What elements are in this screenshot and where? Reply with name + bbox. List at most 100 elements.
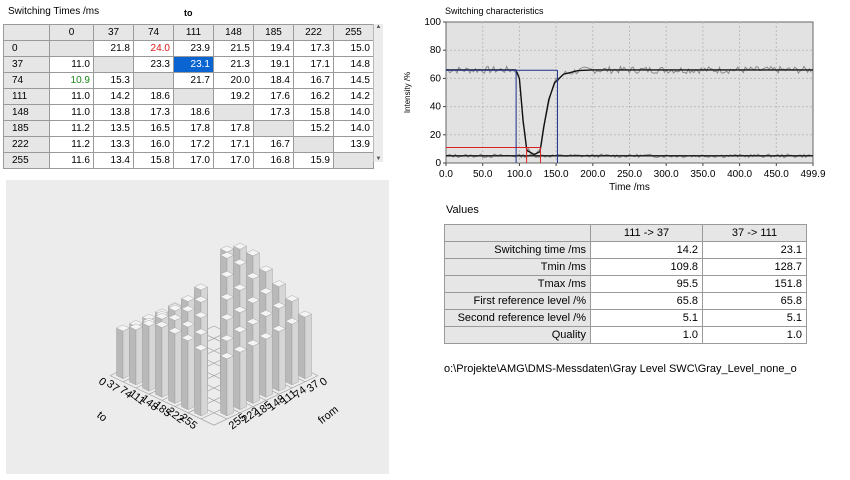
time-cell[interactable]: 17.3: [133, 104, 174, 121]
table-scrollbar[interactable]: ▲ ▼: [373, 24, 383, 162]
time-cell[interactable]: 17.0: [173, 152, 214, 169]
time-cell[interactable]: 21.3: [213, 56, 254, 73]
time-cell[interactable]: 15.9: [293, 152, 334, 169]
row-header[interactable]: 0: [3, 40, 50, 57]
time-cell[interactable]: 13.9: [333, 136, 374, 153]
time-cell[interactable]: 15.8: [133, 152, 174, 169]
row-header[interactable]: 185: [3, 120, 50, 137]
time-cell[interactable]: 23.1: [173, 56, 214, 73]
value-cell[interactable]: 5.1: [590, 309, 703, 327]
row-header[interactable]: 222: [3, 136, 50, 153]
row-header[interactable]: 74: [3, 72, 50, 89]
row-header[interactable]: First reference level /%: [444, 292, 591, 310]
row-header[interactable]: Quality: [444, 326, 591, 344]
column-header[interactable]: 0: [49, 24, 94, 41]
time-cell[interactable]: 19.4: [253, 40, 294, 57]
time-cell[interactable]: [293, 136, 334, 153]
time-cell[interactable]: 17.0: [213, 152, 254, 169]
value-cell[interactable]: 65.8: [590, 292, 703, 310]
time-cell[interactable]: 23.9: [173, 40, 214, 57]
row-header[interactable]: 111: [3, 88, 50, 105]
time-cell[interactable]: 11.0: [49, 56, 94, 73]
value-cell[interactable]: 65.8: [702, 292, 807, 310]
time-cell[interactable]: 21.5: [213, 40, 254, 57]
time-cell[interactable]: 16.0: [133, 136, 174, 153]
row-header[interactable]: Tmax /ms: [444, 275, 591, 293]
column-header[interactable]: 37: [93, 24, 134, 41]
time-cell[interactable]: 16.7: [293, 72, 334, 89]
time-cell[interactable]: 19.2: [213, 88, 254, 105]
time-cell[interactable]: [49, 40, 94, 57]
value-cell[interactable]: 1.0: [590, 326, 703, 344]
value-cell[interactable]: 151.8: [702, 275, 807, 293]
time-cell[interactable]: 15.2: [293, 120, 334, 137]
time-cell[interactable]: 16.7: [253, 136, 294, 153]
time-cell[interactable]: [333, 152, 374, 169]
column-header[interactable]: 111: [173, 24, 214, 41]
time-cell[interactable]: 11.0: [49, 104, 94, 121]
time-cell[interactable]: [133, 72, 174, 89]
time-cell[interactable]: 14.0: [333, 120, 374, 137]
plot-3d-svg[interactable]: 0377411114818522225503774111148185222255…: [6, 180, 389, 474]
time-cell[interactable]: 17.2: [173, 136, 214, 153]
value-cell[interactable]: 109.8: [590, 258, 703, 276]
time-cell[interactable]: 18.6: [173, 104, 214, 121]
time-cell[interactable]: 16.8: [253, 152, 294, 169]
scroll-down-arrow-icon[interactable]: ▼: [374, 156, 383, 162]
time-cell[interactable]: 14.0: [333, 104, 374, 121]
time-cell[interactable]: 20.0: [213, 72, 254, 89]
time-cell[interactable]: 14.2: [333, 88, 374, 105]
row-header[interactable]: 148: [3, 104, 50, 121]
row-header[interactable]: Second reference level /%: [444, 309, 591, 327]
time-cell[interactable]: 11.2: [49, 120, 94, 137]
time-cell[interactable]: [213, 104, 254, 121]
time-cell[interactable]: 24.0: [133, 40, 174, 57]
column-header[interactable]: 37 -> 111: [702, 224, 807, 242]
row-header[interactable]: Tmin /ms: [444, 258, 591, 276]
value-cell[interactable]: 128.7: [702, 258, 807, 276]
value-cell[interactable]: 5.1: [702, 309, 807, 327]
time-cell[interactable]: 14.2: [93, 88, 134, 105]
time-cell[interactable]: 18.6: [133, 88, 174, 105]
value-cell[interactable]: 1.0: [702, 326, 807, 344]
time-cell[interactable]: 14.8: [333, 56, 374, 73]
value-cell[interactable]: 95.5: [590, 275, 703, 293]
value-cell[interactable]: 23.1: [702, 241, 807, 259]
time-cell[interactable]: 11.0: [49, 88, 94, 105]
time-cell[interactable]: 17.8: [213, 120, 254, 137]
time-cell[interactable]: 23.3: [133, 56, 174, 73]
time-cell[interactable]: 15.8: [293, 104, 334, 121]
time-cell[interactable]: [93, 56, 134, 73]
time-cell[interactable]: 14.5: [333, 72, 374, 89]
row-header[interactable]: 37: [3, 56, 50, 73]
time-cell[interactable]: 17.6: [253, 88, 294, 105]
row-header[interactable]: Switching time /ms: [444, 241, 591, 259]
column-header[interactable]: 111 -> 37: [590, 224, 703, 242]
time-cell[interactable]: 13.4: [93, 152, 134, 169]
column-header[interactable]: 74: [133, 24, 174, 41]
scroll-up-arrow-icon[interactable]: ▲: [374, 24, 383, 30]
time-cell[interactable]: 13.3: [93, 136, 134, 153]
time-cell[interactable]: 15.0: [333, 40, 374, 57]
time-cell[interactable]: 10.9: [49, 72, 94, 89]
time-cell[interactable]: 13.8: [93, 104, 134, 121]
time-cell[interactable]: 13.5: [93, 120, 134, 137]
row-header[interactable]: 255: [3, 152, 50, 169]
value-cell[interactable]: 14.2: [590, 241, 703, 259]
time-cell[interactable]: 17.3: [293, 40, 334, 57]
time-cell[interactable]: 17.3: [253, 104, 294, 121]
time-cell[interactable]: 16.5: [133, 120, 174, 137]
column-header[interactable]: 185: [253, 24, 294, 41]
time-cell[interactable]: 18.4: [253, 72, 294, 89]
time-cell[interactable]: 19.1: [253, 56, 294, 73]
time-cell[interactable]: 11.2: [49, 136, 94, 153]
time-cell[interactable]: 17.1: [213, 136, 254, 153]
time-cell[interactable]: 21.7: [173, 72, 214, 89]
time-cell[interactable]: 17.1: [293, 56, 334, 73]
column-header[interactable]: 148: [213, 24, 254, 41]
time-cell[interactable]: 16.2: [293, 88, 334, 105]
time-cell[interactable]: 11.6: [49, 152, 94, 169]
time-cell[interactable]: [173, 88, 214, 105]
column-header[interactable]: 255: [333, 24, 374, 41]
time-cell[interactable]: [253, 120, 294, 137]
